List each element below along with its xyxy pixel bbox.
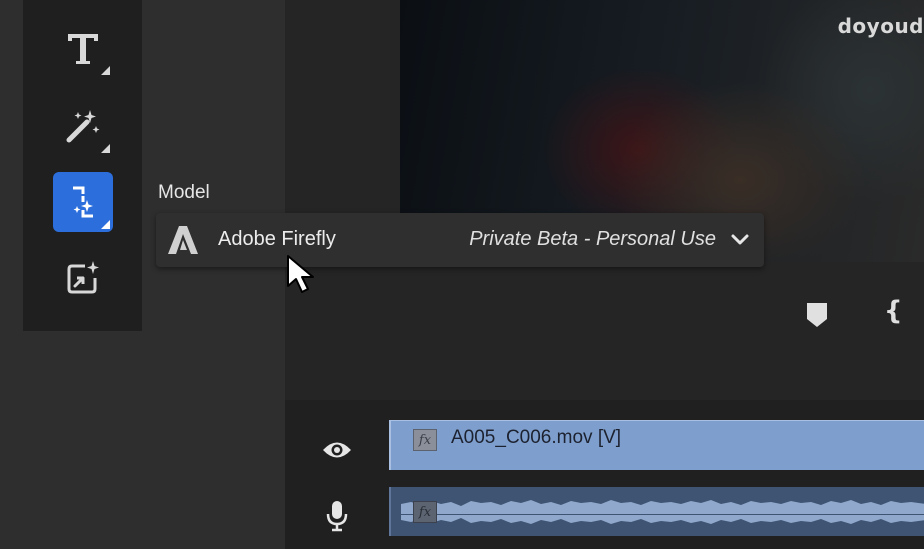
generative-extend-tool-button[interactable] [53,172,113,232]
microphone-icon[interactable] [325,500,349,532]
text-icon [68,34,98,64]
text-tool-button[interactable] [53,18,113,78]
video-clip[interactable]: fx A005_C006.mov [V] [389,420,924,470]
tool-flyout-indicator [101,144,110,153]
generative-extend-icon [73,186,93,218]
generative-sparkle-icon [67,261,99,294]
magic-wand-tool-button[interactable] [53,96,113,156]
mark-in-icon[interactable]: { [884,296,903,326]
watermark-text: doyoud [837,14,924,38]
tool-flyout-indicator [101,220,110,229]
add-marker-icon[interactable] [806,302,828,328]
fx-badge[interactable]: fx [413,501,437,523]
model-license: Private Beta - Personal Use [469,228,716,250]
eye-icon[interactable] [322,439,352,461]
clip-name: A005_C006.mov [V] [451,427,622,448]
magic-wand-icon [66,110,100,143]
audio-waveform [401,500,924,524]
model-name: Adobe Firefly [218,228,336,250]
adobe-logo-icon [168,226,198,254]
model-label: Model [158,182,210,203]
tool-palette [23,0,142,331]
tool-flyout-indicator [101,66,110,75]
model-dropdown[interactable]: Adobe Firefly Private Beta - Personal Us… [156,213,764,267]
fx-badge[interactable]: fx [413,429,437,451]
mouse-cursor-icon [287,255,314,293]
audio-clip[interactable]: fx [389,487,924,536]
chevron-down-icon [731,234,749,245]
generative-fill-tool-button[interactable] [53,248,113,308]
